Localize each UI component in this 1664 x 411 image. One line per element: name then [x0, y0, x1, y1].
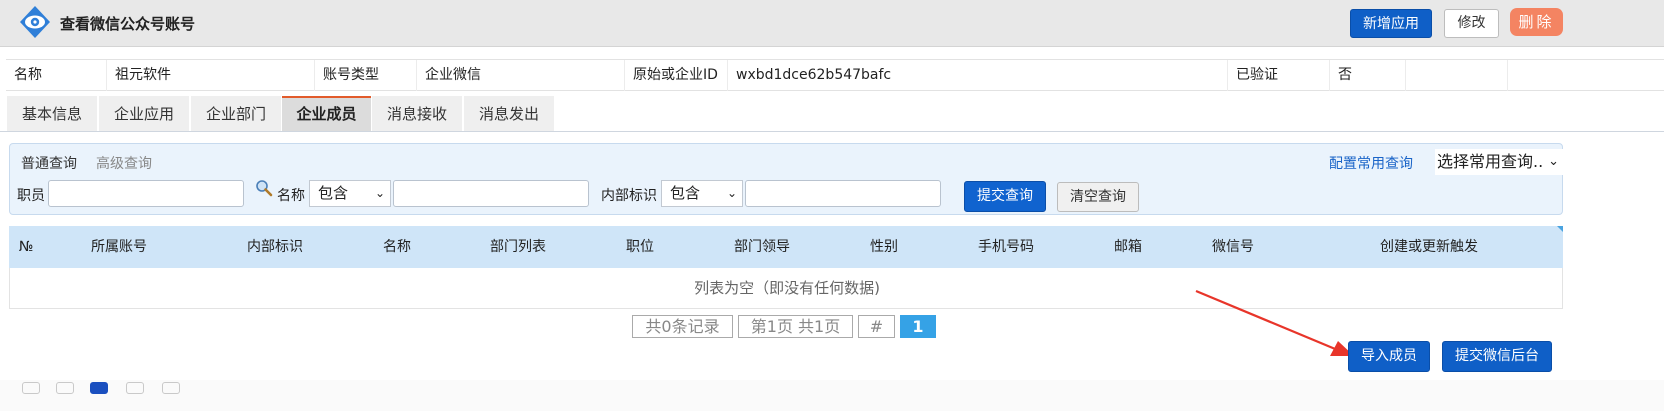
column-header-name[interactable]: 名称 [357, 226, 437, 268]
clear-query-button[interactable]: 清空查询 [1057, 182, 1139, 212]
edit-button[interactable]: 修改 [1444, 9, 1499, 38]
column-header-trigger[interactable]: 创建或更新触发 [1349, 226, 1509, 268]
delete-button[interactable]: 删除 [1510, 8, 1563, 36]
search-icon[interactable] [255, 179, 273, 197]
new-app-button[interactable]: 新增应用 [1350, 9, 1432, 38]
column-header-position[interactable]: 职位 [600, 226, 680, 268]
red-arrow-annotation-icon [1195, 289, 1354, 356]
submit-wechat-backend-button[interactable]: 提交微信后台 [1442, 341, 1552, 372]
column-header-internal-id[interactable]: 内部标识 [225, 226, 325, 268]
page-title: 查看微信公众号账号 [60, 15, 196, 33]
verified-value: 否 [1329, 60, 1405, 91]
name-filter-label: 名称 [277, 188, 305, 204]
bottom-control[interactable] [56, 382, 74, 394]
account-type-label: 账号类型 [314, 60, 416, 91]
column-header-gender[interactable]: 性别 [844, 226, 924, 268]
name-operator-value: 包含 [318, 184, 349, 202]
original-id-value: wxbd1dce62b547bafc [727, 60, 1227, 91]
internal-id-input[interactable] [745, 180, 941, 207]
internal-id-label: 内部标识 [601, 188, 657, 204]
eye-logo-icon [20, 6, 50, 38]
account-type-value: 企业微信 [416, 60, 624, 91]
pager-jump-button[interactable]: # [858, 315, 895, 338]
name-label: 名称 [14, 67, 42, 83]
column-header-dept-leader[interactable]: 部门领导 [712, 226, 812, 268]
tab-enterprise-members[interactable]: 企业成员 [282, 96, 371, 132]
tab-enterprise-apps[interactable]: 企业应用 [99, 96, 189, 132]
submit-query-button[interactable]: 提交查询 [964, 181, 1046, 212]
column-header-no[interactable]: № [9, 226, 43, 268]
bottom-control[interactable] [162, 382, 180, 394]
column-header-departments[interactable]: 部门列表 [468, 226, 568, 268]
internal-id-operator-select[interactable]: 包含 ⌄ [661, 180, 743, 207]
query-panel: 普通查询 高级查询 配置常用查询 选择常用查询.. ⌄ 职员 名称 包含 ⌄ 内… [9, 143, 1563, 215]
name-operator-select[interactable]: 包含 ⌄ [309, 180, 391, 207]
tab-message-sent[interactable]: 消息发出 [464, 96, 554, 132]
employee-label: 职员 [17, 188, 45, 204]
account-info-row: 名称 祖元软件 账号类型 企业微信 原始或企业ID wxbd1dce62b547… [6, 59, 1664, 91]
tab-enterprise-departments[interactable]: 企业部门 [191, 96, 281, 132]
column-header-wechat-id[interactable]: 微信号 [1183, 226, 1283, 268]
common-query-select-value: 选择常用查询.. [1437, 152, 1544, 171]
name-filter-input[interactable] [393, 180, 589, 207]
chevron-down-icon: ⌄ [1548, 154, 1559, 169]
tab-message-received[interactable]: 消息接收 [372, 96, 462, 132]
original-id-label: 原始或企业ID [624, 60, 727, 91]
import-members-button[interactable]: 导入成员 [1348, 341, 1430, 372]
normal-query-tab[interactable]: 普通查询 [21, 153, 77, 173]
bottom-control[interactable] [126, 382, 144, 394]
chevron-down-icon: ⌄ [374, 186, 385, 200]
advanced-query-tab[interactable]: 高级查询 [96, 153, 152, 173]
corner-marker [1557, 226, 1563, 232]
pager-pages: 第1页 共1页 [738, 315, 853, 338]
internal-id-operator-value: 包含 [670, 184, 701, 202]
pager-total: 共0条记录 [632, 315, 733, 338]
verified-label: 已验证 [1227, 60, 1329, 91]
column-header-email[interactable]: 邮箱 [1088, 226, 1168, 268]
column-header-account[interactable]: 所属账号 [69, 226, 169, 268]
bottom-control[interactable] [22, 382, 40, 394]
employee-input[interactable] [48, 180, 244, 207]
tab-divider [0, 131, 1664, 132]
pager-current-page[interactable]: 1 [900, 315, 936, 338]
tab-basic-info[interactable]: 基本信息 [7, 96, 97, 132]
name-value: 祖元软件 [106, 60, 314, 91]
common-query-select[interactable]: 选择常用查询.. ⌄ [1435, 149, 1563, 175]
config-common-query-link[interactable]: 配置常用查询 [1329, 153, 1413, 173]
empty-cell [1405, 60, 1507, 91]
chevron-down-icon: ⌄ [726, 186, 737, 200]
column-header-mobile[interactable]: 手机号码 [956, 226, 1056, 268]
empty-cell [1507, 60, 1664, 91]
bottom-control[interactable] [90, 382, 108, 394]
title-bar: 查看微信公众号账号 新增应用 修改 删除 [0, 0, 1664, 47]
bottom-strip [0, 380, 1664, 411]
table-header: № 所属账号 内部标识 名称 部门列表 职位 部门领导 性别 手机号码 邮箱 微… [9, 226, 1563, 268]
